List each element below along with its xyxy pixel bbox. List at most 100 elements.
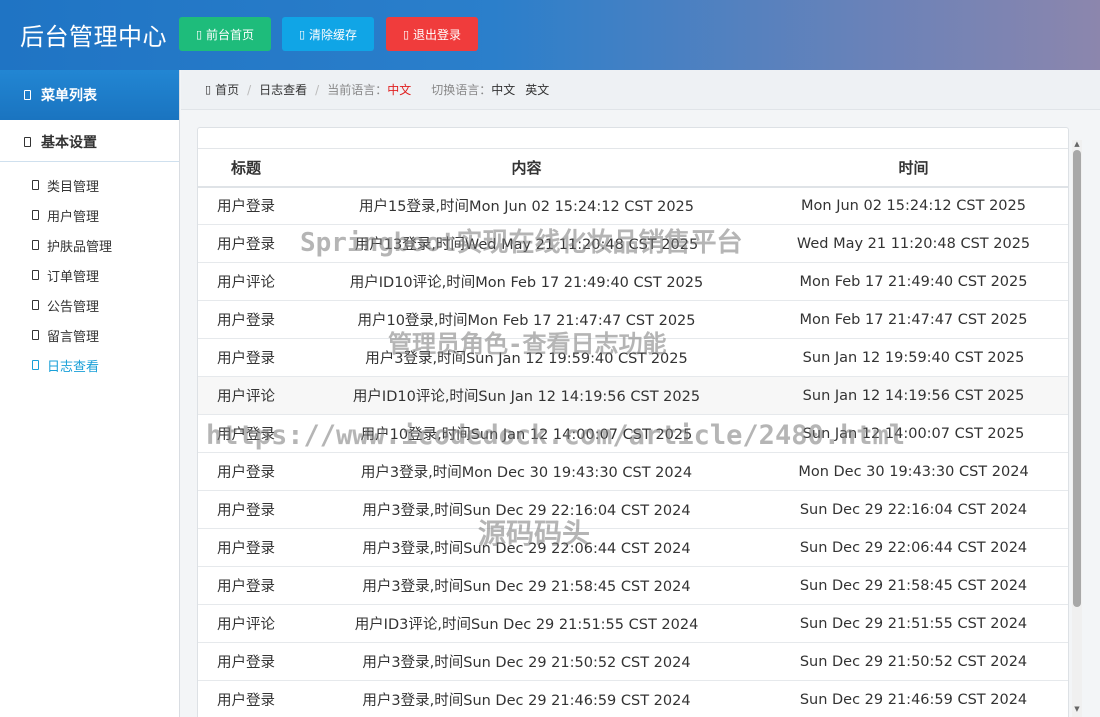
- cell-time: Sun Dec 29 21:46:59 CST 2024: [759, 680, 1068, 717]
- table-row: 用户登录 用户3登录,时间Sun Jan 12 19:59:40 CST 2025…: [198, 338, 1068, 377]
- frontend-home-label: 前台首页: [206, 27, 255, 42]
- app-title: 后台管理中心: [20, 23, 167, 51]
- sidebar: 菜单列表 基本设置 类目管理 用户管理 护肤品管理 订单管理 公告管理 留言管理: [0, 70, 180, 717]
- refresh-icon: ▯: [298, 27, 306, 41]
- sidebar-item-label: 公告管理: [47, 299, 100, 315]
- cell-title: 用户登录: [198, 300, 294, 339]
- cell-title: 用户评论: [198, 262, 294, 301]
- cell-time: Wed May 21 11:20:48 CST 2025: [759, 224, 1068, 263]
- cell-content: 用户3登录,时间Sun Dec 29 21:58:45 CST 2024: [294, 566, 759, 605]
- bullet-icon: [32, 360, 39, 370]
- cell-content: 用户15登录,时间Mon Jun 02 15:24:12 CST 2025: [294, 186, 759, 225]
- cell-title: 用户登录: [198, 186, 294, 225]
- clear-cache-button[interactable]: ▯ 清除缓存: [282, 17, 374, 51]
- cell-content: 用户3登录,时间Sun Dec 29 22:16:04 CST 2024: [294, 490, 759, 529]
- cell-time: Sun Dec 29 22:16:04 CST 2024: [759, 490, 1068, 529]
- current-language-value: 中文: [387, 83, 412, 97]
- sidebar-item-label: 日志查看: [47, 359, 100, 375]
- cell-content: 用户ID10评论,时间Sun Jan 12 14:19:56 CST 2025: [294, 376, 759, 415]
- sidebar-item-messages[interactable]: 留言管理: [0, 320, 179, 350]
- cell-title: 用户登录: [198, 528, 294, 567]
- table-row: 用户登录 用户3登录,时间Sun Dec 29 22:06:44 CST 2024…: [198, 528, 1068, 567]
- sidebar-item-announcements[interactable]: 公告管理: [0, 290, 179, 320]
- column-header-time: 时间: [759, 148, 1068, 188]
- breadcrumb-separator: /: [315, 82, 320, 97]
- column-header-content: 内容: [294, 148, 759, 188]
- cell-time: Sun Dec 29 21:51:55 CST 2024: [759, 604, 1068, 643]
- current-language-label: 当前语言：: [327, 83, 388, 97]
- logout-button[interactable]: ▯ 退出登录: [386, 17, 478, 51]
- cell-time: Sun Dec 29 21:58:45 CST 2024: [759, 566, 1068, 605]
- cell-title: 用户登录: [198, 414, 294, 453]
- clear-cache-label: 清除缓存: [309, 27, 358, 42]
- cell-title: 用户登录: [198, 452, 294, 491]
- bullet-icon: [32, 240, 39, 250]
- table-row: 用户登录 用户15登录,时间Mon Jun 02 15:24:12 CST 202…: [198, 186, 1068, 225]
- home-icon: ▯: [205, 83, 212, 96]
- cell-content: 用户3登录,时间Sun Dec 29 21:46:59 CST 2024: [294, 680, 759, 717]
- sidebar-item-orders[interactable]: 订单管理: [0, 260, 179, 290]
- breadcrumb-home[interactable]: 首页: [215, 81, 239, 98]
- language-option-en[interactable]: 英文: [525, 81, 549, 98]
- breadcrumb-separator: /: [247, 82, 252, 97]
- cell-content: 用户10登录,时间Mon Feb 17 21:47:47 CST 2025: [294, 300, 759, 339]
- table-row: 用户登录 用户3登录,时间Sun Dec 29 21:50:52 CST 2024…: [198, 642, 1068, 681]
- logout-label: 退出登录: [413, 27, 462, 42]
- cell-time: Mon Feb 17 21:47:47 CST 2025: [759, 300, 1068, 339]
- sidebar-item-category[interactable]: 类目管理: [0, 170, 179, 200]
- bullet-icon: [32, 330, 39, 340]
- frontend-home-button[interactable]: ▯ 前台首页: [179, 17, 271, 51]
- sidebar-item-label: 用户管理: [47, 209, 100, 225]
- table-row: 用户登录 用户3登录,时间Sun Dec 29 22:16:04 CST 2024…: [198, 490, 1068, 529]
- bullet-icon: [32, 270, 39, 280]
- home-icon: ▯: [195, 27, 203, 41]
- table-row: 用户登录 用户10登录,时间Sun Jan 12 14:00:07 CST 202…: [198, 414, 1068, 453]
- cell-time: Mon Feb 17 21:49:40 CST 2025: [759, 262, 1068, 301]
- cell-content: 用户3登录,时间Sun Dec 29 21:50:52 CST 2024: [294, 642, 759, 681]
- sidebar-item-skincare[interactable]: 护肤品管理: [0, 230, 179, 260]
- language-option-zh[interactable]: 中文: [491, 81, 515, 98]
- cell-time: Sun Jan 12 14:19:56 CST 2025: [759, 376, 1068, 415]
- cell-content: 用户3登录,时间Mon Dec 30 19:43:30 CST 2024: [294, 452, 759, 491]
- bullet-icon: [32, 300, 39, 310]
- bullet-icon: [32, 210, 39, 220]
- table-row: 用户登录 用户3登录,时间Sun Dec 29 21:46:59 CST 2024…: [198, 680, 1068, 717]
- cell-content: 用户3登录,时间Sun Dec 29 22:06:44 CST 2024: [294, 528, 759, 567]
- cell-title: 用户登录: [198, 642, 294, 681]
- cell-title: 用户登录: [198, 338, 294, 377]
- cell-title: 用户评论: [198, 604, 294, 643]
- scroll-down-icon[interactable]: ▼: [1072, 705, 1082, 713]
- list-icon: [24, 90, 31, 100]
- cell-time: Mon Jun 02 15:24:12 CST 2025: [759, 186, 1068, 225]
- sidebar-item-users[interactable]: 用户管理: [0, 200, 179, 230]
- cell-title: 用户登录: [198, 680, 294, 717]
- log-panel: 标题 内容 时间 用户登录 用户15登录,时间Mon Jun 02 15:24:1…: [197, 127, 1069, 717]
- menu-list-title: 菜单列表: [41, 88, 97, 104]
- table-row: 用户登录 用户10登录,时间Mon Feb 17 21:47:47 CST 202…: [198, 300, 1068, 339]
- breadcrumb-current[interactable]: 日志查看: [259, 81, 307, 98]
- sidebar-item-logs[interactable]: 日志查看: [0, 350, 179, 380]
- table-row: 用户登录 用户3登录,时间Sun Dec 29 21:58:45 CST 2024…: [198, 566, 1068, 605]
- cell-content: 用户3登录,时间Sun Jan 12 19:59:40 CST 2025: [294, 338, 759, 377]
- scrollbar-thumb[interactable]: [1073, 150, 1081, 607]
- cell-time: Sun Jan 12 19:59:40 CST 2025: [759, 338, 1068, 377]
- scroll-up-icon[interactable]: ▲: [1072, 140, 1082, 148]
- cell-time: Sun Jan 12 14:00:07 CST 2025: [759, 414, 1068, 453]
- basic-settings-group[interactable]: 基本设置: [0, 122, 179, 162]
- table-row: 用户评论 用户ID3评论,时间Sun Dec 29 21:51:55 CST 20…: [198, 604, 1068, 643]
- sidebar-item-label: 留言管理: [47, 329, 100, 345]
- cell-title: 用户评论: [198, 376, 294, 415]
- sidebar-item-label: 订单管理: [47, 269, 100, 285]
- column-header-title: 标题: [198, 148, 294, 188]
- power-icon: ▯: [402, 27, 410, 41]
- cell-title: 用户登录: [198, 224, 294, 263]
- basic-settings-title: 基本设置: [41, 134, 97, 151]
- cell-content: 用户10登录,时间Sun Jan 12 14:00:07 CST 2025: [294, 414, 759, 453]
- switch-language-label: 切换语言：: [431, 83, 492, 97]
- settings-icon: [24, 136, 31, 147]
- cell-time: Sun Dec 29 21:50:52 CST 2024: [759, 642, 1068, 681]
- menu-list-header[interactable]: 菜单列表: [0, 70, 179, 120]
- cell-time: Sun Dec 29 22:06:44 CST 2024: [759, 528, 1068, 567]
- breadcrumb: ▯ 首页 / 日志查看 / 当前语言： 中文 切换语言： 中文 英文: [181, 70, 1100, 110]
- log-table: 标题 内容 时间 用户登录 用户15登录,时间Mon Jun 02 15:24:1…: [198, 148, 1068, 717]
